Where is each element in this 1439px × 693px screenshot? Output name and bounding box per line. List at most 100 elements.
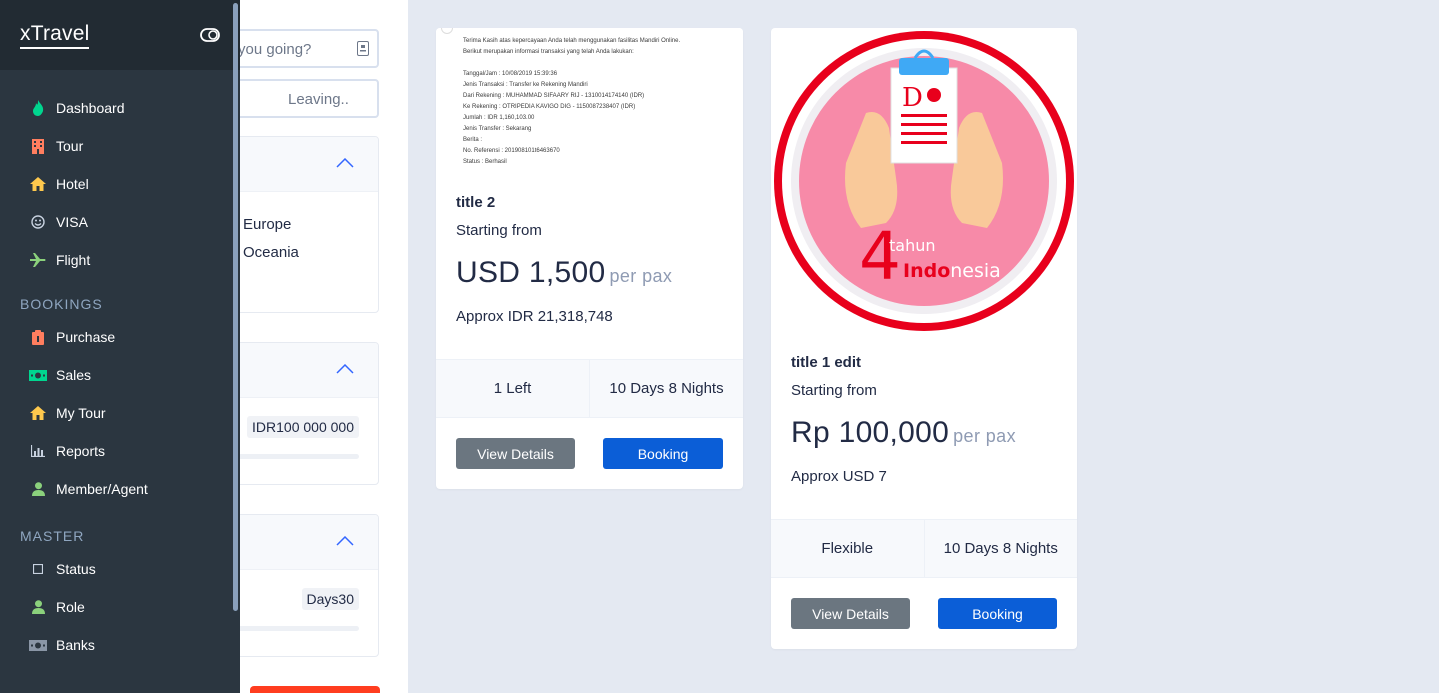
receipt-line: Tanggal/Jam : 10/08/2019 15:39:36 [463, 71, 558, 77]
price-unit: per pax [953, 426, 1016, 446]
brand-bar: xTravel [0, 0, 240, 70]
flame-icon [29, 99, 47, 117]
nav-item-purchase[interactable]: Purchase [0, 318, 240, 356]
plane-icon [29, 251, 47, 269]
logo-letter: D [902, 83, 923, 113]
seats-left: 1 Left [493, 380, 532, 397]
receipt-line: Terima Kasih atas kepercayaan Anda telah… [463, 38, 681, 44]
receipt-line: Jenis Transaksi : Transfer ke Rekening M… [463, 82, 588, 88]
tour-meta: Flexible 10 Days 8 Nights [771, 519, 1077, 578]
search-button[interactable] [250, 686, 380, 693]
tour-card: D 4 tahun Indonesia title 1 edit Startin… [771, 28, 1077, 649]
tour-duration: 10 Days 8 Nights [589, 360, 743, 417]
tour-meta: 1 Left 10 Days 8 Nights [436, 359, 743, 418]
tour-title[interactable]: title 2 [456, 194, 723, 211]
nav-item-dashboard[interactable]: Dashboard [0, 89, 240, 127]
receipt-line [463, 58, 743, 69]
seats-left: Flexible [821, 540, 874, 557]
calendar-icon [357, 41, 369, 56]
user-icon [29, 598, 47, 616]
home-icon [29, 404, 47, 422]
receipt-logo [441, 28, 453, 34]
price-slider[interactable] [237, 454, 359, 459]
nav-label: Banks [56, 637, 95, 653]
nav-item-role[interactable]: Role [0, 588, 240, 626]
nav-item-tour[interactable]: Tour [0, 127, 240, 165]
nav-label: My Tour [56, 405, 106, 421]
price-value: USD 1,500 [456, 256, 606, 289]
nav-item-reports[interactable]: Reports [0, 432, 240, 470]
receipt-line: Ke Rekening : OTRIPEDIA KAVIGO DIG - 115… [463, 104, 636, 110]
receipt-line: Jenis Transfer : Sekarang [463, 126, 532, 132]
booking-button[interactable]: Booking [603, 438, 723, 469]
chevron-up-icon[interactable] [336, 536, 354, 546]
receipt-line: No. Referensi : 201908101t6463670 [463, 148, 560, 154]
booking-button[interactable]: Booking [938, 598, 1057, 629]
sidebar: xTravel Dashboard Tour Hotel VISA Flight… [0, 0, 240, 693]
price-value-chip: IDR100 000 000 [247, 416, 359, 438]
anniversary-logo-icon [774, 31, 1074, 331]
home-icon [29, 175, 47, 193]
tour-price: Rp 100,000 per pax [791, 416, 1057, 450]
days-slider[interactable] [237, 626, 359, 631]
user-icon [29, 480, 47, 498]
tour-image-receipt[interactable]: Terima Kasih atas kepercayaan Anda telah… [436, 28, 743, 178]
bar-chart-icon [29, 442, 47, 460]
receipt-line: Berita : [463, 137, 483, 143]
days-value-chip: Days30 [301, 588, 359, 610]
chevron-up-icon[interactable] [336, 364, 354, 374]
tour-duration: 10 Days 8 Nights [923, 520, 1078, 577]
brand-logo[interactable]: xTravel [20, 22, 90, 49]
nav-item-banks[interactable]: Banks [0, 626, 240, 664]
nav-label: Dashboard [56, 100, 125, 116]
destination-placeholder: you going? [238, 41, 312, 58]
region-label: Europe [243, 216, 292, 233]
approx-price: Approx USD 7 [791, 468, 887, 485]
smiley-icon [29, 213, 47, 231]
logo-indonesia: Indonesia [903, 260, 1001, 282]
receipt-line: Dari Rekening : MUHAMMAD SIFAARY RIJ - 1… [463, 93, 645, 99]
leaving-placeholder: Leaving.. [288, 91, 349, 108]
tour-image-logo[interactable]: D 4 tahun Indonesia [771, 28, 1077, 338]
main-nav: Dashboard Tour Hotel VISA Flight BOOKING… [0, 70, 240, 664]
nav-label: Purchase [56, 329, 116, 345]
price-unit: per pax [609, 266, 673, 286]
nav-item-visa[interactable]: VISA [0, 203, 240, 241]
building-icon [29, 137, 47, 155]
view-details-button[interactable]: View Details [456, 438, 575, 469]
region-option-oceania[interactable]: Oceania [213, 243, 299, 262]
chevron-up-icon[interactable] [336, 158, 354, 168]
toggle-icon[interactable] [200, 28, 220, 42]
receipt-line: Jumlah : IDR 1,160,103.00 [463, 115, 535, 121]
nav-item-status[interactable]: Status [0, 550, 240, 588]
view-details-button[interactable]: View Details [791, 598, 910, 629]
nav-label: VISA [56, 214, 88, 230]
nav-label: Status [56, 561, 96, 577]
logo-tahun: tahun [889, 236, 936, 255]
tour-price: USD 1,500 per pax [456, 256, 723, 290]
nav-label: Flight [56, 252, 91, 268]
price-value: Rp 100,000 [791, 416, 950, 449]
approx-price: Approx IDR 21,318,748 [456, 308, 613, 325]
square-icon [29, 560, 47, 578]
sidebar-scrollbar[interactable] [233, 3, 238, 611]
nav-item-sales[interactable]: Sales [0, 356, 240, 394]
nav-item-hotel[interactable]: Hotel [0, 165, 240, 203]
nav-item-my-tour[interactable]: My Tour [0, 394, 240, 432]
money-icon [29, 366, 47, 384]
nav-label: Member/Agent [56, 481, 148, 497]
starting-from-label: Starting from [791, 382, 877, 399]
receipt-line: Berikut merupakan informasi transaksi ya… [463, 49, 634, 55]
logo-nesia: nesia [950, 260, 1001, 282]
region-label: Oceania [243, 244, 299, 261]
tour-card: Terima Kasih atas kepercayaan Anda telah… [436, 28, 743, 489]
region-option-europe[interactable]: Europe [213, 215, 292, 234]
nav-item-flight[interactable]: Flight [0, 241, 240, 279]
nav-label: Tour [56, 138, 84, 154]
nav-label: Reports [56, 443, 106, 459]
nav-label: Role [56, 599, 85, 615]
nav-item-member-agent[interactable]: Member/Agent [0, 470, 240, 508]
receipt-icon [29, 328, 47, 346]
money-icon [29, 636, 47, 654]
tour-title[interactable]: title 1 edit [791, 354, 1057, 371]
